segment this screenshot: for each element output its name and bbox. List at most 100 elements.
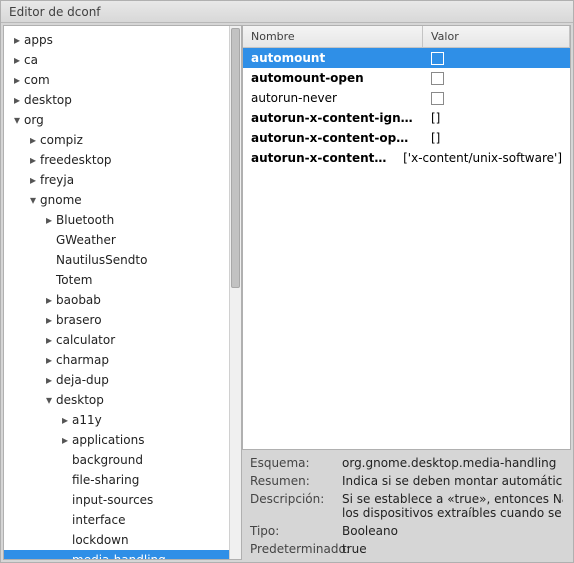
tree-label: charmap — [56, 353, 115, 367]
column-value[interactable]: Valor — [423, 26, 570, 47]
tree-node-freyja[interactable]: ▸freyja — [4, 170, 241, 190]
key-name: autorun-x-content-open-folder — [243, 131, 423, 145]
table-row[interactable]: autorun-x-content-start-app['x-content/u… — [243, 148, 570, 168]
key-name: automount-open — [243, 71, 423, 85]
tree-node-brasero[interactable]: ▸brasero — [4, 310, 241, 330]
chevron-right-icon[interactable]: ▸ — [10, 93, 24, 107]
tree-node-lockdown[interactable]: lockdown — [4, 530, 241, 550]
tree-label: background — [72, 453, 149, 467]
tree-node-media-handling[interactable]: media-handling — [4, 550, 241, 560]
tree-node-calculator[interactable]: ▸calculator — [4, 330, 241, 350]
key-name: automount — [243, 51, 423, 65]
tree-label: Totem — [56, 273, 98, 287]
key-name: autorun-never — [243, 91, 423, 105]
key-name: autorun-x-content-start-app — [243, 151, 395, 165]
tree-node-freedesktop[interactable]: ▸freedesktop — [4, 150, 241, 170]
chevron-right-icon[interactable]: ▸ — [26, 153, 40, 167]
chevron-right-icon[interactable]: ▸ — [10, 33, 24, 47]
tree-node-background[interactable]: background — [4, 450, 241, 470]
chevron-right-icon[interactable]: ▸ — [26, 173, 40, 187]
chevron-right-icon[interactable]: ▸ — [42, 353, 56, 367]
tree-node-com[interactable]: ▸com — [4, 70, 241, 90]
summary-value: Indica si se deben montar automáticament… — [342, 474, 563, 488]
table-row[interactable]: automount-open — [243, 68, 570, 88]
chevron-right-icon[interactable]: ▸ — [58, 433, 72, 447]
tree-label: lockdown — [72, 533, 135, 547]
chevron-down-icon[interactable]: ▾ — [42, 393, 56, 407]
chevron-down-icon[interactable]: ▾ — [10, 113, 24, 127]
tree-node-gweather[interactable]: GWeather — [4, 230, 241, 250]
table-row[interactable]: autorun-x-content-open-folder[] — [243, 128, 570, 148]
chevron-right-icon[interactable]: ▸ — [42, 293, 56, 307]
default-value: true — [342, 542, 563, 556]
tree-label: freyja — [40, 173, 80, 187]
tree-label: baobab — [56, 293, 107, 307]
tree-node-desktop[interactable]: ▸desktop — [4, 90, 241, 110]
keys-table: Nombre Valor automount automount-open auto… — [242, 25, 571, 450]
tree-node-apps[interactable]: ▸apps — [4, 30, 241, 50]
tree-node-totem[interactable]: Totem — [4, 270, 241, 290]
schema-value: org.gnome.desktop.media-handling — [342, 456, 563, 470]
chevron-right-icon[interactable]: ▸ — [58, 413, 72, 427]
tree-label: GWeather — [56, 233, 122, 247]
titlebar[interactable]: Editor de dconf — [1, 1, 573, 23]
tree-node-compiz[interactable]: ▸compiz — [4, 130, 241, 150]
tree-node-input-sources[interactable]: input-sources — [4, 490, 241, 510]
tree-label: desktop — [24, 93, 78, 107]
chevron-right-icon[interactable]: ▸ — [42, 373, 56, 387]
checkbox[interactable] — [431, 92, 444, 105]
key-details: Esquema: org.gnome.desktop.media-handlin… — [242, 450, 571, 560]
tree-node-file-sharing[interactable]: file-sharing — [4, 470, 241, 490]
table-row[interactable]: automount — [243, 48, 570, 68]
chevron-down-icon[interactable]: ▾ — [26, 193, 40, 207]
chevron-right-icon[interactable]: ▸ — [42, 313, 56, 327]
right-pane: Nombre Valor automount automount-open auto… — [242, 25, 571, 560]
tree-node-gnome[interactable]: ▾gnome — [4, 190, 241, 210]
chevron-right-icon[interactable]: ▸ — [10, 53, 24, 67]
tree-node-a11y[interactable]: ▸a11y — [4, 410, 241, 430]
tree-node-nautilussendto[interactable]: NautilusSendto — [4, 250, 241, 270]
tree-node-applications[interactable]: ▸applications — [4, 430, 241, 450]
tree-label: desktop — [56, 393, 110, 407]
tree-label: Bluetooth — [56, 213, 120, 227]
key-name: autorun-x-content-ignore — [243, 111, 423, 125]
key-value[interactable] — [423, 52, 570, 65]
tree-scrollbar[interactable] — [229, 26, 241, 559]
tree-label: applications — [72, 433, 150, 447]
tree-node-desktop[interactable]: ▾desktop — [4, 390, 241, 410]
window-body: ▸apps▸ca▸com▸desktop▾org▸compiz▸freedesk… — [1, 23, 573, 562]
table-row[interactable]: autorun-x-content-ignore[] — [243, 108, 570, 128]
tree-label: ca — [24, 53, 44, 67]
tree-label: NautilusSendto — [56, 253, 153, 267]
chevron-right-icon[interactable]: ▸ — [10, 73, 24, 87]
default-label: Predeterminado: — [250, 542, 342, 556]
chevron-right-icon[interactable]: ▸ — [42, 213, 56, 227]
chevron-right-icon[interactable]: ▸ — [26, 133, 40, 147]
tree-node-bluetooth[interactable]: ▸Bluetooth — [4, 210, 241, 230]
key-value[interactable]: ['x-content/unix-software'] — [395, 151, 570, 165]
type-value: Booleano — [342, 524, 563, 538]
tree-node-deja-dup[interactable]: ▸deja-dup — [4, 370, 241, 390]
key-value[interactable] — [423, 72, 570, 85]
tree-label: deja-dup — [56, 373, 115, 387]
chevron-right-icon[interactable]: ▸ — [42, 333, 56, 347]
tree-label: apps — [24, 33, 59, 47]
tree-label: a11y — [72, 413, 108, 427]
tree-node-baobab[interactable]: ▸baobab — [4, 290, 241, 310]
tree-node-charmap[interactable]: ▸charmap — [4, 350, 241, 370]
schema-tree-pane[interactable]: ▸apps▸ca▸com▸desktop▾org▸compiz▸freedesk… — [3, 25, 242, 560]
table-row[interactable]: autorun-never — [243, 88, 570, 108]
key-value[interactable]: [] — [423, 111, 570, 125]
tree-label: file-sharing — [72, 473, 145, 487]
key-value[interactable] — [423, 92, 570, 105]
tree-node-ca[interactable]: ▸ca — [4, 50, 241, 70]
tree-label: interface — [72, 513, 132, 527]
key-value[interactable]: [] — [423, 131, 570, 145]
checkbox[interactable] — [431, 52, 444, 65]
description-label: Descripción: — [250, 492, 342, 520]
column-name[interactable]: Nombre — [243, 26, 423, 47]
checkbox[interactable] — [431, 72, 444, 85]
tree-scrollbar-thumb[interactable] — [231, 28, 240, 288]
tree-node-interface[interactable]: interface — [4, 510, 241, 530]
tree-node-org[interactable]: ▾org — [4, 110, 241, 130]
